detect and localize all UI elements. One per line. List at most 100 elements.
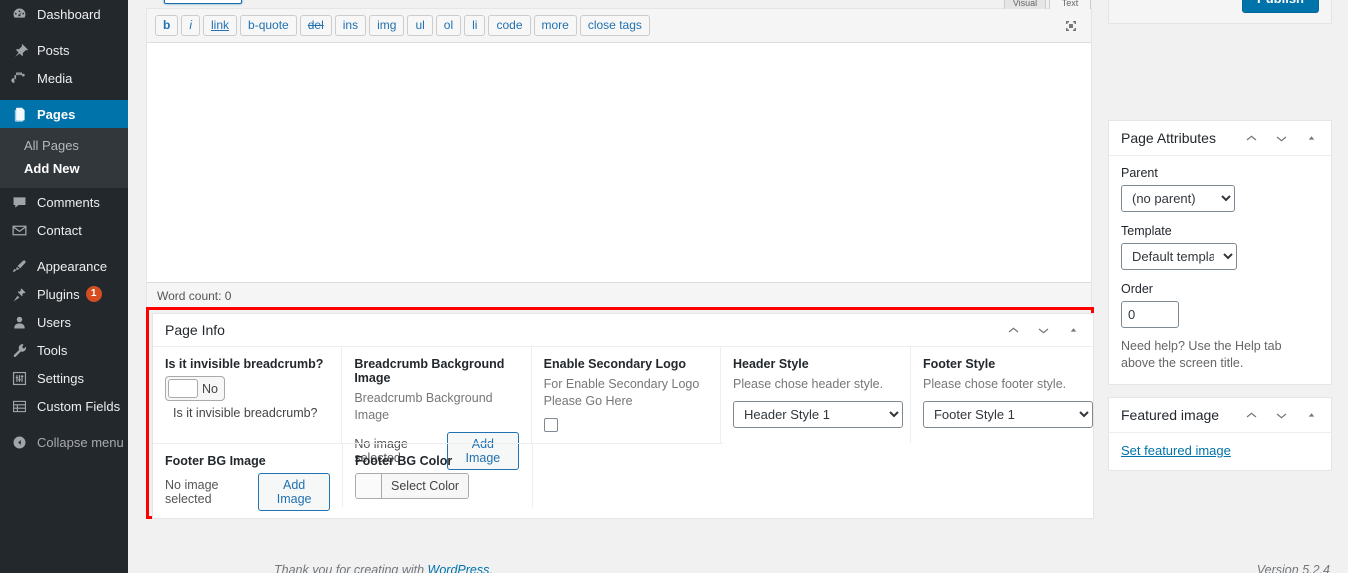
header-style-select[interactable]: Header Style 1Header Style 2Header Style… [732,401,903,428]
field-footer-bg-color: Footer BG Color Select Color [343,443,533,507]
sidebar-item-collapse-menu[interactable]: Collapse menu [0,428,128,456]
page-attributes-move-up-icon[interactable] [1243,130,1259,146]
submenu-item-all-pages[interactable]: All Pages [0,134,128,157]
quicktag-more[interactable]: more [533,15,577,36]
page-attributes-toggle-icon[interactable] [1303,130,1319,146]
sidebar-item-media[interactable]: Media [0,64,128,92]
sidebar-item-custom-fields[interactable]: Custom Fields [0,392,128,420]
sidebar-item-label: Collapse menu [37,434,124,450]
quicktag-ol[interactable]: ol [435,15,462,36]
menu-separator [0,420,128,428]
quicktag-del[interactable]: del [299,15,332,36]
page-info-row-1: Is it invisible breadcrumb? No Is it inv… [153,347,1093,470]
publish-metabox: Visibility: Public Edit Publish immediat… [1108,0,1332,24]
collapse-icon [9,432,29,452]
footer-add-image-button[interactable]: Add Image [258,473,330,511]
page-attributes-move-down-icon[interactable] [1273,130,1289,146]
quicktag-img[interactable]: img [369,15,405,36]
footer-style-description: Please chose footer style. [922,377,1067,391]
featured-image-move-up-icon[interactable] [1243,407,1259,423]
settings-icon [9,368,29,388]
quicktag-close-tags[interactable]: close tags [579,15,650,36]
user-icon [9,312,29,332]
secondary-logo-label: Enable Secondary Logo [543,357,687,371]
quicktag-link[interactable]: link [203,15,238,36]
invisible-breadcrumb-description: Is it invisible breadcrumb? [173,406,318,420]
sidebar-item-tools[interactable]: Tools [0,336,128,364]
page-info-row-2: Footer BG Image No image selected Add Im… [153,443,1093,511]
footer-bg-color-label: Footer BG Color [355,454,453,468]
field-footer-bg-image: Footer BG Image No image selected Add Im… [153,443,343,511]
pin-icon [9,40,29,60]
page-attributes-header: Page Attributes [1109,121,1331,156]
media-icon [9,68,29,88]
menu-separator [0,28,128,36]
mail-icon [9,220,29,240]
quicktag-i[interactable]: i [181,15,201,36]
sidebar-item-appearance[interactable]: Appearance [0,252,128,280]
wrench-icon [9,340,29,360]
featured-image-metabox: Featured image Set featured image [1108,397,1332,471]
sidebar-item-comments[interactable]: Comments [0,188,128,216]
wordpress-admin-screen: Dashboard Posts Media Pages All Pages Add New… [0,0,1348,573]
publish-actions: Publish [1109,0,1331,23]
content-textarea[interactable] [147,43,1091,279]
invisible-breadcrumb-toggle[interactable]: No [165,376,225,401]
featured-image-move-down-icon[interactable] [1273,407,1289,423]
footer-style-select[interactable]: Footer Style 1Footer Style 2Footer Style… [922,401,1093,428]
invisible-breadcrumb-label: Is it invisible breadcrumb? [165,357,324,371]
toggle-value: No [202,381,218,396]
color-swatch [356,474,382,498]
page-attributes-title: Page Attributes [1121,130,1216,146]
sidebar-item-contact[interactable]: Contact [0,216,128,244]
footer-thanks: Thank you for creating with WordPress. [274,563,493,573]
sidebar-item-users[interactable]: Users [0,308,128,336]
quicktag-b-quote[interactable]: b-quote [240,15,297,36]
quicktag-ins[interactable]: ins [334,15,367,36]
set-featured-image-link[interactable]: Set featured image [1121,443,1231,458]
order-label: Order [1121,282,1153,296]
quicktag-ul[interactable]: ul [407,15,433,36]
sidebar-item-label: Posts [37,42,70,58]
quicktag-code[interactable]: code [488,15,531,36]
sidebar-item-label: Custom Fields [37,398,121,414]
order-input[interactable] [1121,301,1179,328]
sidebar-item-label: Pages [37,106,76,122]
field-footer-style: Footer Style Please chose footer style. … [911,347,1093,443]
footer-bg-color-picker[interactable]: Select Color [355,473,470,499]
word-count: Word count: 0 [147,282,1091,309]
header-style-label: Header Style [732,357,809,371]
page-attributes-metabox: Page Attributes Parent (no parent) Templ… [1108,120,1332,385]
quicktag-b[interactable]: b [155,15,179,36]
wordpress-link[interactable]: WordPress [428,563,490,573]
publish-button[interactable]: Publish [1242,0,1319,13]
sidebar-item-label: Plugins [37,286,80,302]
move-down-icon[interactable] [1035,322,1051,338]
secondary-logo-description: For Enable Secondary Logo Please Go Here [543,377,700,408]
submenu-item-add-new[interactable]: Add New [0,157,128,180]
comments-icon [9,192,29,212]
post-title-field[interactable] [164,0,242,4]
featured-image-title: Featured image [1121,407,1220,423]
quicktags-toolbar: b i link b-quote del ins img ul ol li code more clos… [147,9,1091,43]
move-up-icon[interactable] [1005,322,1021,338]
page-info-title: Page Info [165,322,225,338]
sidebar-item-posts[interactable]: Posts [0,36,128,64]
toggle-panel-icon[interactable] [1065,322,1081,338]
sidebar-item-dashboard[interactable]: Dashboard [0,0,128,28]
admin-content-wrap: Visual Text b i link b-quote del ins img ul ol li… [128,0,1348,573]
quicktag-li[interactable]: li [464,15,486,36]
secondary-logo-checkbox[interactable] [543,418,558,432]
featured-image-toggle-icon[interactable] [1303,407,1319,423]
sidebar-item-plugins[interactable]: Plugins 1 [0,280,128,308]
sidebar-item-pages[interactable]: Pages [0,100,136,128]
field-secondary-logo: Enable Secondary Logo For Enable Seconda… [532,347,721,443]
sidebar-item-settings[interactable]: Settings [0,364,128,392]
admin-sidebar-menu: Dashboard Posts Media Pages All Pages Add New… [0,0,136,573]
template-select[interactable]: Default template [1121,243,1237,270]
sidebar-item-label: Dashboard [37,6,101,22]
distraction-free-icon[interactable] [1061,16,1081,36]
plugins-icon [9,284,29,304]
sidebar-item-label: Comments [37,194,100,210]
parent-select[interactable]: (no parent) [1121,185,1235,212]
